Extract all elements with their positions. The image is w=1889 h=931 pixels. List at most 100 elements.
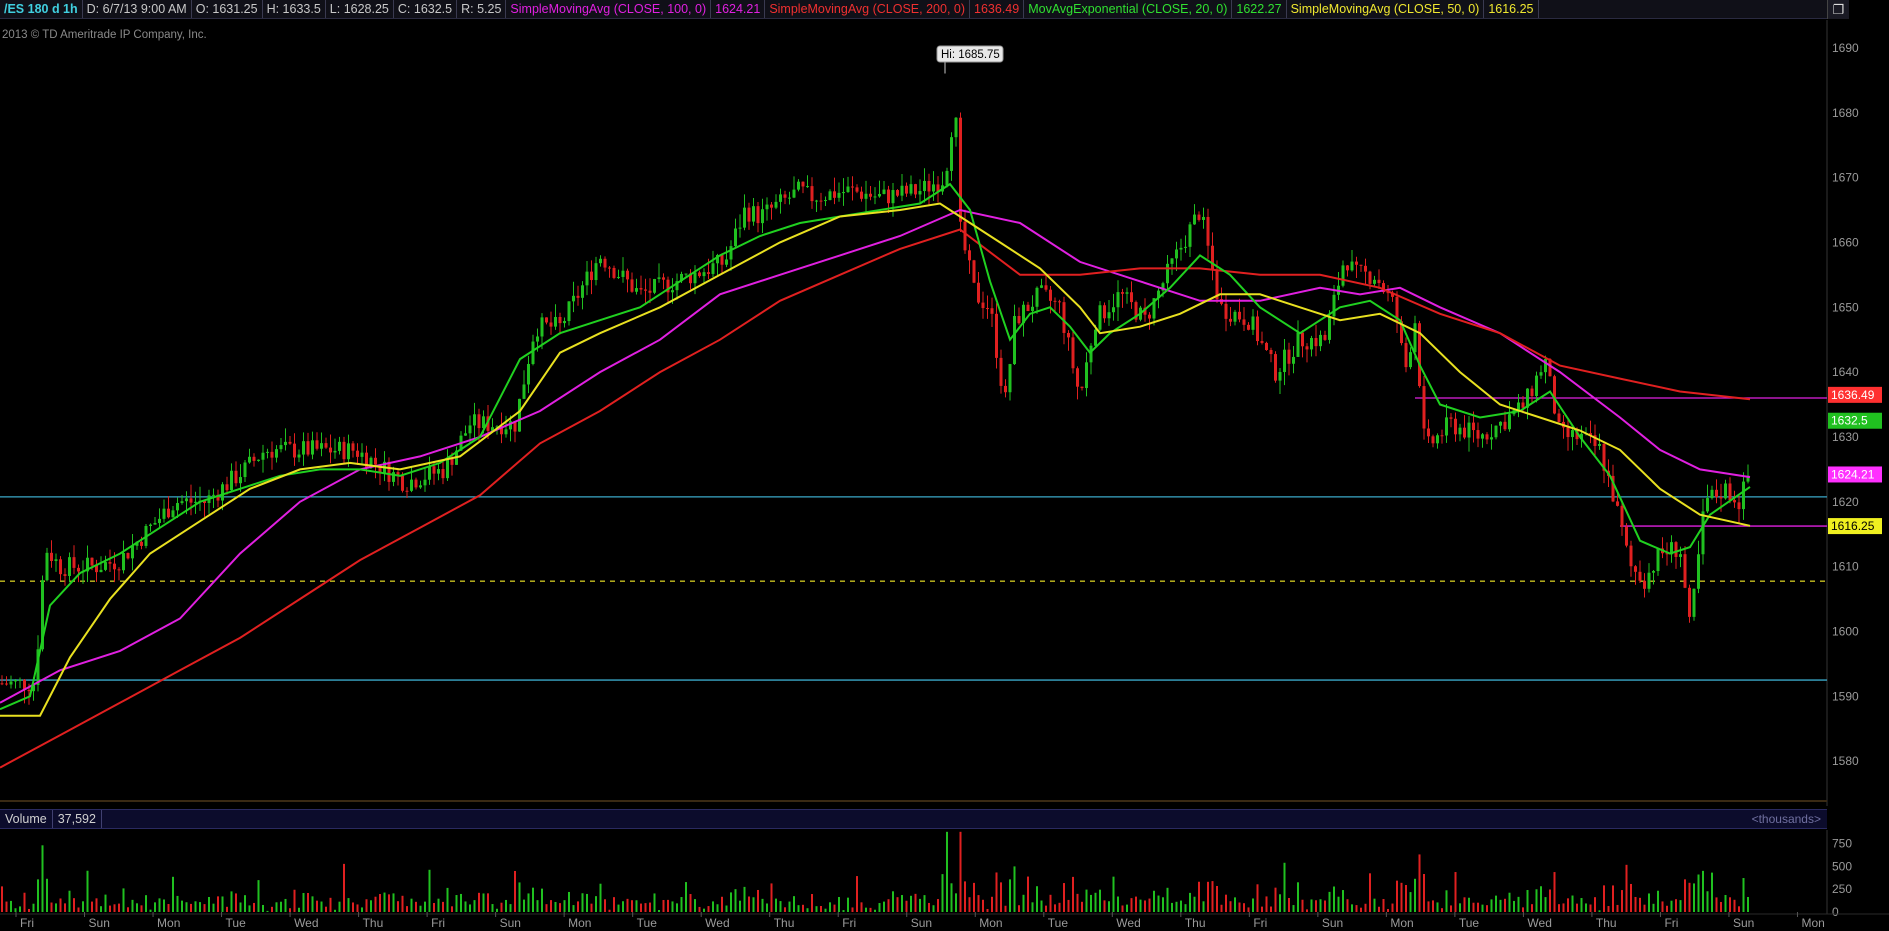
volume-bar[interactable] [572, 905, 575, 912]
volume-bar[interactable] [1072, 876, 1074, 912]
volume-bar[interactable] [140, 905, 143, 912]
candle-body[interactable] [1130, 292, 1133, 303]
volume-bar[interactable] [995, 872, 998, 912]
volume-bar[interactable] [1742, 878, 1745, 912]
volume-bar[interactable] [775, 898, 777, 912]
volume-bar[interactable] [586, 893, 588, 912]
volume-bar[interactable] [851, 907, 854, 912]
candle-body[interactable] [855, 187, 859, 192]
volume-bar[interactable] [1175, 901, 1178, 912]
candle-body[interactable] [131, 545, 134, 559]
volume-bar[interactable] [1715, 897, 1718, 912]
candle-body[interactable] [671, 290, 674, 293]
candle-body[interactable] [441, 469, 445, 479]
candle-body[interactable] [1035, 287, 1039, 307]
volume-bar[interactable] [1738, 906, 1740, 912]
volume-bar[interactable] [1261, 906, 1263, 912]
candle-body[interactable] [770, 204, 773, 208]
volume-bar[interactable] [1297, 882, 1299, 912]
volume-bar[interactable] [487, 893, 489, 912]
candle-body[interactable] [1373, 279, 1376, 284]
candle-body[interactable] [1427, 428, 1430, 437]
candle-body[interactable] [869, 193, 872, 197]
candle-body[interactable] [1737, 502, 1741, 510]
candle-body[interactable] [990, 308, 994, 314]
candle-body[interactable] [405, 490, 409, 492]
volume-bar[interactable] [1603, 885, 1605, 912]
volume-bar[interactable] [757, 889, 759, 912]
candle-body[interactable] [504, 429, 508, 435]
volume-bar[interactable] [460, 893, 462, 912]
volume-bar[interactable] [1022, 894, 1025, 912]
candle-body[interactable] [860, 191, 863, 199]
volume-bar[interactable] [914, 893, 917, 912]
volume-bar[interactable] [932, 905, 935, 912]
volume-bar[interactable] [1553, 872, 1556, 912]
candle-body[interactable] [1229, 318, 1232, 322]
volume-bar[interactable] [59, 898, 62, 912]
candle-body[interactable] [774, 201, 778, 208]
volume-bar[interactable] [1711, 872, 1713, 912]
candle-body[interactable] [450, 459, 454, 465]
candle-body[interactable] [1332, 294, 1336, 317]
study-ema20-label[interactable]: MovAvgExponential (CLOSE, 20, 0) [1024, 0, 1233, 18]
volume-bar[interactable] [419, 905, 422, 912]
candle-body[interactable] [1409, 352, 1412, 368]
candle-body[interactable] [1481, 434, 1484, 439]
volume-bar[interactable] [1697, 874, 1700, 912]
volume-bar[interactable] [163, 899, 165, 912]
volume-bar[interactable] [329, 897, 332, 912]
candle-body[interactable] [1436, 435, 1439, 444]
candle-body[interactable] [1431, 436, 1435, 444]
candle-body[interactable] [761, 209, 764, 224]
candle-body[interactable] [1040, 285, 1043, 288]
candle-body[interactable] [360, 452, 364, 457]
volume-bar[interactable] [1531, 904, 1533, 912]
candle-body[interactable] [864, 193, 868, 199]
candle-body[interactable] [1062, 302, 1066, 333]
candle-body[interactable] [1742, 481, 1745, 510]
volume-bar[interactable] [383, 892, 386, 912]
candle-body[interactable] [783, 194, 787, 198]
candle-body[interactable] [1355, 261, 1358, 265]
candle-body[interactable] [1098, 305, 1102, 330]
candle-body[interactable] [909, 184, 913, 194]
candle-body[interactable] [653, 278, 656, 293]
volume-bar[interactable] [1279, 894, 1281, 912]
volume-bar[interactable] [766, 903, 768, 912]
volume-bar[interactable] [190, 903, 192, 912]
candle-body[interactable] [1467, 422, 1471, 438]
candle-body[interactable] [1080, 386, 1084, 389]
volume-bar[interactable] [986, 909, 989, 912]
volume-bar[interactable] [1162, 897, 1164, 912]
candle-body[interactable] [1620, 505, 1624, 527]
volume-bar[interactable] [469, 904, 471, 912]
candle-body[interactable] [1530, 388, 1534, 397]
volume-bar[interactable] [82, 901, 84, 912]
volume-bar[interactable] [127, 907, 129, 912]
candle-body[interactable] [599, 258, 602, 264]
volume-bar[interactable] [1693, 883, 1695, 912]
candle-body[interactable] [1031, 306, 1034, 311]
candle-body[interactable] [477, 414, 481, 429]
volume-bar[interactable] [1130, 898, 1133, 912]
volume-bar[interactable] [797, 905, 800, 912]
candle-body[interactable] [1364, 265, 1367, 272]
volume-bar[interactable] [158, 898, 161, 912]
candle-body[interactable] [833, 191, 836, 198]
volume-bar[interactable] [428, 869, 431, 912]
candle-body[interactable] [122, 553, 125, 571]
volume-bar[interactable] [1211, 881, 1214, 912]
volume-bar[interactable] [1639, 897, 1641, 912]
volume-bar[interactable] [1598, 910, 1601, 912]
candle-body[interactable] [1202, 216, 1205, 220]
volume-bar[interactable] [311, 896, 314, 912]
volume-bar[interactable] [802, 904, 804, 912]
volume-bar[interactable] [1315, 900, 1317, 912]
candle-body[interactable] [1211, 245, 1214, 270]
candle-body[interactable] [356, 450, 359, 457]
candle-body[interactable] [446, 459, 449, 479]
candle-body[interactable] [0, 683, 4, 685]
volume-bar[interactable] [1238, 902, 1241, 912]
volume-bar[interactable] [815, 906, 818, 912]
